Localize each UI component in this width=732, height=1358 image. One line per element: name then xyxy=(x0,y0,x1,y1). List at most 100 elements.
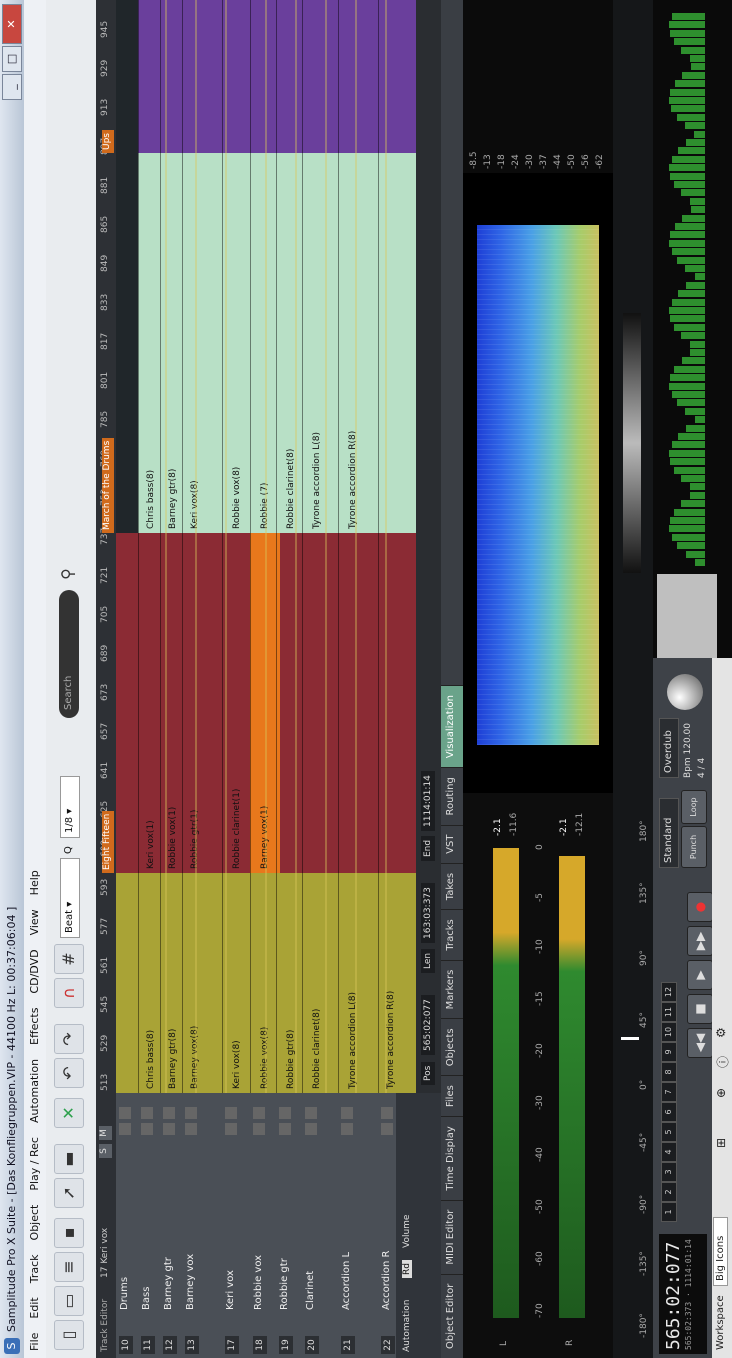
jog-knob[interactable] xyxy=(667,674,703,710)
tab-vst[interactable]: VST xyxy=(441,824,463,863)
menu-view[interactable]: View xyxy=(24,902,46,942)
track-mute-button[interactable] xyxy=(381,1107,393,1119)
timeline-ruler[interactable]: 5135295455615775936096256416576736897057… xyxy=(96,0,116,1093)
rewind-button[interactable]: ◀◀ xyxy=(687,1028,713,1058)
locator-slot[interactable]: 4 xyxy=(661,1142,677,1162)
track-name[interactable]: Accordion L xyxy=(341,1252,352,1310)
info-icon[interactable]: ⓘ xyxy=(714,1056,731,1068)
track-solo-button[interactable] xyxy=(341,1123,353,1135)
track-header[interactable]: 13 Barney vox xyxy=(182,1093,223,1358)
settings-icon[interactable]: ⚙ xyxy=(714,1027,728,1038)
zoom-icon[interactable]: ⊕ xyxy=(714,1088,728,1098)
locator-slot[interactable]: 12 xyxy=(661,982,677,1002)
locator-slot[interactable]: 7 xyxy=(661,1082,677,1102)
record-button[interactable]: ● xyxy=(687,892,713,922)
play-button[interactable]: ▶ xyxy=(687,960,713,990)
tab-tracks[interactable]: Tracks xyxy=(441,909,463,960)
end-value[interactable]: 1114:01:14 xyxy=(421,771,435,831)
search-input[interactable]: Search xyxy=(59,590,79,718)
track-header[interactable]: 12 Barney gtr xyxy=(160,1093,183,1358)
tab-midi-editor[interactable]: MIDI Editor xyxy=(441,1199,463,1274)
cut-icon[interactable]: ✕ xyxy=(54,1098,84,1128)
menu-file[interactable]: File xyxy=(24,1326,46,1358)
menu-edit[interactable]: Edit xyxy=(24,1290,46,1325)
workspace-dropdown[interactable]: Big Icons xyxy=(713,1216,728,1286)
locator-slot[interactable]: 2 xyxy=(661,1182,677,1202)
track-header[interactable]: 11 Bass xyxy=(138,1093,161,1358)
track-mute-button[interactable] xyxy=(341,1107,353,1119)
minimize-icon[interactable]: _ xyxy=(2,74,22,100)
locator-slot[interactable]: 1 xyxy=(661,1202,677,1222)
track-mute-button[interactable] xyxy=(119,1107,131,1119)
track-header[interactable]: 10 Drums xyxy=(116,1093,139,1358)
marker-eight-fifteen[interactable]: Eight Fifteen xyxy=(102,810,114,873)
track-mute-button[interactable] xyxy=(279,1107,291,1119)
locator-slot[interactable]: 8 xyxy=(661,1062,677,1082)
menu-play-rec[interactable]: Play / Rec xyxy=(24,1130,46,1198)
quantize-dropdown[interactable]: 1/8 ▾ xyxy=(60,776,80,838)
track-header[interactable]: 17 Keri vox xyxy=(222,1093,251,1358)
pos-value[interactable]: 565:02:077 xyxy=(421,995,435,1055)
tab-visualization[interactable]: Visualization xyxy=(441,685,463,768)
menu-effects[interactable]: Effects xyxy=(24,1001,46,1052)
open-folder-icon[interactable]: ▭ xyxy=(54,1286,84,1316)
track-solo-button[interactable] xyxy=(381,1123,393,1135)
track-name[interactable]: Accordion R xyxy=(381,1251,392,1310)
tab-files[interactable]: Files xyxy=(441,1075,463,1117)
snap-dropdown[interactable]: Beat ▾ xyxy=(60,858,80,938)
fast-forward-button[interactable]: ▶▶ xyxy=(687,926,713,956)
track-mute-button[interactable] xyxy=(225,1107,237,1119)
maximize-icon[interactable]: □ xyxy=(2,46,22,72)
close-icon[interactable]: ✕ xyxy=(2,4,22,44)
track-name[interactable]: Bass xyxy=(141,1287,152,1310)
track-solo-button[interactable] xyxy=(305,1123,317,1135)
punch-button[interactable]: Punch xyxy=(681,826,707,868)
menu-help[interactable]: Help xyxy=(24,863,46,902)
pointer-icon[interactable]: ➚ xyxy=(54,1178,84,1208)
menu-object[interactable]: Object xyxy=(24,1198,46,1248)
track-name[interactable]: Barney vox xyxy=(185,1254,196,1310)
timecode-display[interactable]: 565:02:077 565:02:373 · 1114:01:14 xyxy=(659,1234,707,1354)
mute-all-button[interactable]: M xyxy=(99,1126,112,1140)
mixer-icon[interactable]: ≡ xyxy=(54,1252,84,1282)
locator-slot[interactable]: 3 xyxy=(661,1162,677,1182)
tempo-display[interactable]: Bpm 120.00 xyxy=(683,723,693,778)
track-header[interactable]: 18 Robbie vox xyxy=(250,1093,277,1358)
search-icon[interactable]: ⚲ xyxy=(54,560,82,588)
track-solo-button[interactable] xyxy=(163,1123,175,1135)
new-project-icon[interactable]: ▯ xyxy=(54,1320,84,1350)
tab-markers[interactable]: Markers xyxy=(441,959,463,1019)
grid-icon[interactable]: # xyxy=(54,944,84,974)
track-mute-button[interactable] xyxy=(253,1107,265,1119)
rd-button[interactable]: Rd xyxy=(402,1260,412,1278)
track-name[interactable]: Barney gtr xyxy=(163,1257,174,1310)
track-mute-button[interactable] xyxy=(141,1107,153,1119)
track-solo-button[interactable] xyxy=(253,1123,265,1135)
redo-icon[interactable]: ↷ xyxy=(54,1024,84,1054)
track-mute-button[interactable] xyxy=(185,1107,197,1119)
save-icon[interactable]: ▪ xyxy=(54,1218,84,1248)
undo-icon[interactable]: ↶ xyxy=(54,1058,84,1088)
tab-time-display[interactable]: Time Display xyxy=(441,1116,463,1200)
track-solo-button[interactable] xyxy=(119,1123,131,1135)
track-name[interactable]: Keri vox xyxy=(225,1270,236,1310)
locator-slot[interactable]: 11 xyxy=(661,1002,677,1022)
locator-slot[interactable]: 10 xyxy=(661,1022,677,1042)
track-name[interactable]: Robbie vox xyxy=(253,1255,264,1310)
track-header[interactable]: 19 Robbie gtr xyxy=(276,1093,303,1358)
len-value[interactable]: 163:03:373 xyxy=(421,883,435,943)
track-mute-button[interactable] xyxy=(163,1107,175,1119)
tab-objects[interactable]: Objects xyxy=(441,1018,463,1076)
track-name[interactable]: Clarinet xyxy=(305,1271,316,1310)
track-mute-button[interactable] xyxy=(305,1107,317,1119)
marker-march-of-the-drums[interactable]: March of the Drums xyxy=(102,437,114,533)
track-solo-button[interactable] xyxy=(185,1123,197,1135)
track-header[interactable]: 20 Clarinet xyxy=(302,1093,339,1358)
tab-routing[interactable]: Routing xyxy=(441,767,463,825)
preset-dropdown[interactable]: Overdub xyxy=(659,718,679,778)
mixer-view-icon[interactable]: ⊞ xyxy=(714,1138,728,1148)
clip-zone[interactable]: Chris bass(8) Barney gtr(8) Barney vox(8) K… xyxy=(102,0,417,1093)
track-solo-button[interactable] xyxy=(141,1123,153,1135)
range-tool-icon[interactable]: ▬ xyxy=(54,1144,84,1174)
time-signature[interactable]: 4 / 4 xyxy=(697,758,707,778)
